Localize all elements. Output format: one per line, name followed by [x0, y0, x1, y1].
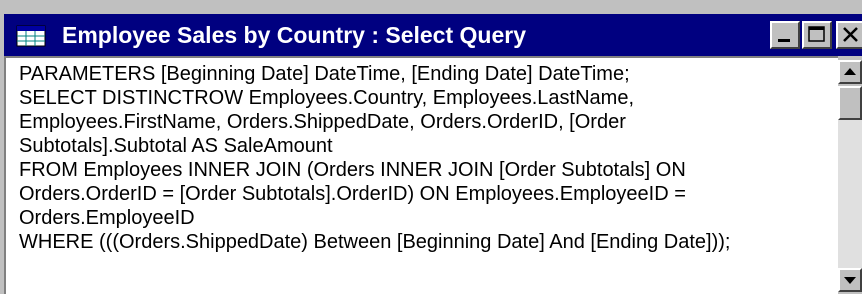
sql-line: Orders.EmployeeID [19, 207, 195, 229]
sql-line: Subtotals].Subtotal AS SaleAmount [19, 135, 333, 157]
scroll-up-button[interactable] [838, 60, 862, 84]
sql-line: WHERE (((Orders.ShippedDate) Between [Be… [19, 231, 731, 253]
sql-editor[interactable]: PARAMETERS [Beginning Date] DateTime, [E… [4, 56, 862, 294]
close-button[interactable] [836, 21, 862, 49]
maximize-button[interactable] [802, 21, 832, 49]
sql-text-area[interactable]: PARAMETERS [Beginning Date] DateTime, [E… [19, 62, 837, 254]
sql-line: SELECT DISTINCTROW Employees.Country, Em… [19, 87, 634, 109]
scroll-track[interactable] [838, 120, 862, 268]
sql-line: Employees.FirstName, Orders.ShippedDate,… [19, 111, 626, 133]
minimize-button[interactable] [770, 21, 800, 49]
close-icon [843, 27, 858, 42]
sql-line: FROM Employees INNER JOIN (Orders INNER … [19, 159, 686, 181]
query-window: Employee Sales by Country : Select Query… [0, 0, 862, 294]
sql-line: PARAMETERS [Beginning Date] DateTime, [E… [19, 63, 630, 85]
scroll-thumb[interactable] [838, 86, 862, 120]
query-datasheet-icon [16, 25, 46, 47]
scroll-down-button[interactable] [838, 268, 862, 292]
vertical-scrollbar[interactable] [838, 56, 862, 294]
scroll-down-arrow-icon [844, 277, 856, 284]
maximize-icon [808, 26, 825, 42]
minimize-icon [778, 39, 790, 42]
title-bar[interactable]: Employee Sales by Country : Select Query [4, 14, 862, 56]
window-title: Employee Sales by Country : Select Query [62, 22, 526, 48]
scroll-up-arrow-icon [844, 68, 856, 75]
sql-line: Orders.OrderID = [Order Subtotals].Order… [19, 183, 686, 205]
